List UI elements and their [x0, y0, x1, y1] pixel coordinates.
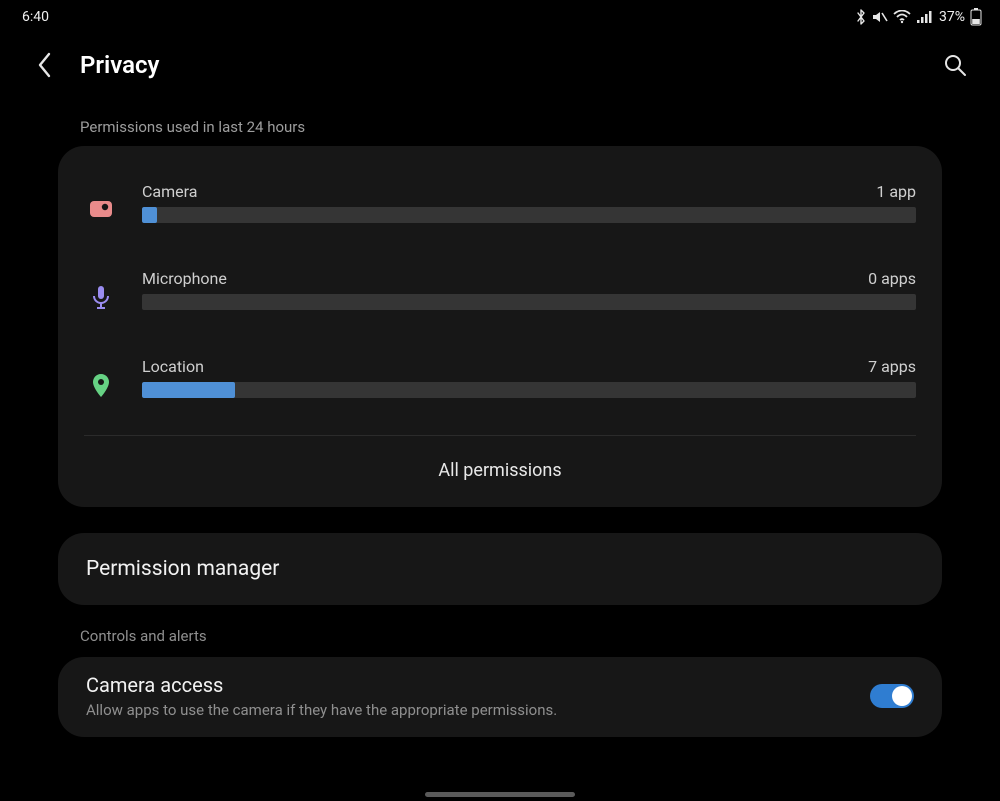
camera-access-title: Camera access — [86, 673, 852, 697]
usage-bar-fill — [142, 382, 235, 398]
usage-section-label: Permissions used in last 24 hours — [58, 100, 942, 146]
signal-icon — [916, 10, 932, 24]
perm-label: Location — [142, 357, 204, 376]
perm-count: 1 app — [876, 182, 916, 201]
usage-bar — [142, 382, 916, 398]
battery-icon — [970, 8, 982, 26]
page-title: Privacy — [80, 51, 938, 79]
microphone-icon — [84, 269, 118, 311]
usage-bar — [142, 294, 916, 310]
permission-manager-title: Permission manager — [86, 557, 914, 581]
permission-manager-item[interactable]: Permission manager — [58, 533, 942, 605]
status-bar: 6:40 37% — [0, 0, 1000, 30]
camera-icon — [84, 182, 118, 218]
back-button[interactable] — [28, 48, 62, 82]
camera-access-subtitle: Allow apps to use the camera if they hav… — [86, 701, 852, 719]
controls-section-label: Controls and alerts — [58, 605, 942, 657]
header: Privacy — [0, 30, 1000, 100]
usage-bar — [142, 207, 916, 223]
perm-count: 0 apps — [868, 269, 916, 288]
perm-row-camera[interactable]: Camera 1 app — [58, 172, 942, 259]
status-icons: 37% — [855, 8, 982, 26]
perm-count: 7 apps — [868, 357, 916, 376]
camera-access-item[interactable]: Camera access Allow apps to use the came… — [58, 657, 942, 737]
battery-text: 37% — [939, 9, 965, 25]
mute-icon — [872, 10, 888, 24]
perm-label: Microphone — [142, 269, 227, 288]
status-time: 6:40 — [22, 9, 49, 25]
perm-row-location[interactable]: Location 7 apps — [58, 347, 942, 435]
perm-label: Camera — [142, 182, 197, 201]
bluetooth-icon — [855, 9, 867, 25]
location-icon — [84, 357, 118, 399]
search-icon — [943, 53, 967, 77]
permissions-usage-card: Camera 1 app Microphone 0 apps — [58, 146, 942, 507]
nav-handle[interactable] — [425, 792, 575, 797]
camera-access-toggle[interactable] — [870, 684, 914, 708]
all-permissions-button[interactable]: All permissions — [58, 436, 942, 507]
switch-knob — [892, 686, 912, 706]
wifi-icon — [893, 10, 911, 24]
chevron-left-icon — [36, 51, 54, 79]
perm-row-microphone[interactable]: Microphone 0 apps — [58, 259, 942, 347]
usage-bar-fill — [142, 207, 157, 223]
search-button[interactable] — [938, 48, 972, 82]
